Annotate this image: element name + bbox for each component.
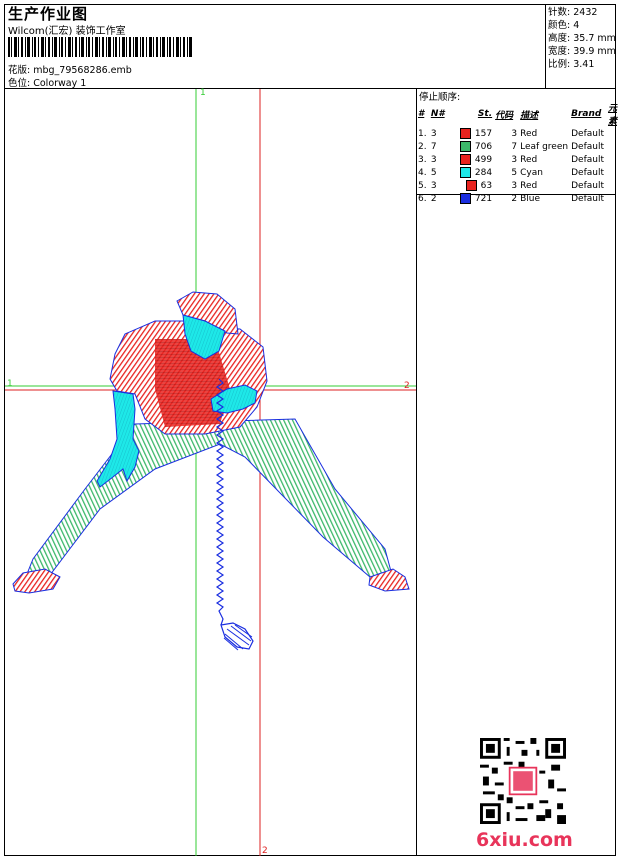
row-brand: Default bbox=[571, 180, 604, 191]
page-title: 生产作业图 bbox=[8, 5, 89, 23]
col-code: 代码 bbox=[495, 110, 514, 121]
row-desc: Red bbox=[520, 154, 538, 165]
color-swatch bbox=[459, 128, 471, 139]
row-num: 5. bbox=[418, 180, 427, 191]
row-code: 7 bbox=[511, 141, 518, 152]
col-needle: N# bbox=[430, 109, 445, 119]
left-shoe bbox=[12, 568, 61, 594]
table-row: 4. 5 284 5 Cyan Default bbox=[418, 166, 620, 179]
row-needle: 3 bbox=[430, 128, 437, 139]
axis-label-h-red: 2 bbox=[404, 381, 410, 391]
row-code: 2 bbox=[511, 193, 518, 204]
design-file-row: 花版: mbg_79568286.emb bbox=[8, 62, 132, 76]
row-desc: Blue bbox=[520, 193, 541, 204]
design-canvas bbox=[5, 89, 416, 856]
stat-height: 高度: 35.7 mm bbox=[548, 33, 616, 44]
pants-shape bbox=[24, 418, 394, 580]
col-element: 元素 bbox=[607, 104, 617, 127]
row-stitches: 721 bbox=[459, 192, 495, 205]
row-desc: Red bbox=[520, 180, 538, 191]
row-code: 3 bbox=[511, 180, 518, 191]
row-element bbox=[608, 179, 620, 192]
stop-sequence-table: # N# St. 代码 描述 Brand 元素 1. 3 157 3 Red Defaul… bbox=[418, 101, 620, 205]
axis-label-h-green: 1 bbox=[7, 379, 13, 389]
row-stitches: 63 bbox=[460, 179, 495, 192]
table-row: 1. 3 157 3 Red Default bbox=[418, 127, 620, 140]
col-stitches: St. bbox=[477, 109, 493, 119]
colorway-label: 色位: bbox=[8, 78, 31, 89]
color-swatch bbox=[459, 141, 471, 152]
qr-code bbox=[480, 738, 566, 824]
golf-club-head-hatch bbox=[223, 624, 253, 651]
col-brand: Brand bbox=[571, 109, 602, 119]
row-code: 3 bbox=[511, 128, 518, 139]
color-swatch bbox=[459, 167, 471, 178]
row-element bbox=[608, 153, 620, 166]
row-needle: 5 bbox=[430, 167, 437, 178]
colorway-row: 色位: Colorway 1 bbox=[8, 75, 86, 89]
stat-width: 宽度: 39.9 mm bbox=[548, 46, 616, 57]
row-num: 1. bbox=[418, 128, 427, 139]
row-stitches: 157 bbox=[459, 127, 495, 140]
table-header-row: # N# St. 代码 描述 Brand 元素 bbox=[418, 101, 620, 127]
design-stats: 针数: 2432 颜色: 4 高度: 35.7 mm 宽度: 39.9 mm 比… bbox=[548, 6, 616, 71]
row-brand: Default bbox=[571, 193, 604, 204]
row-brand: Default bbox=[571, 154, 604, 165]
table-row: 3. 3 499 3 Red Default bbox=[418, 153, 620, 166]
side-panel-divider bbox=[416, 88, 417, 856]
row-element bbox=[608, 140, 620, 153]
row-stitches: 284 bbox=[459, 166, 495, 179]
row-brand: Default bbox=[571, 167, 604, 178]
stat-colors: 颜色: 4 bbox=[548, 20, 580, 31]
row-needle: 7 bbox=[430, 141, 437, 152]
table-row: 6. 2 721 2 Blue Default bbox=[418, 192, 620, 205]
stat-stitches: 针数: 2432 bbox=[548, 7, 598, 18]
stats-divider bbox=[545, 4, 546, 88]
row-desc: Cyan bbox=[520, 167, 543, 178]
row-brand: Default bbox=[571, 141, 604, 152]
row-element bbox=[608, 166, 620, 179]
color-swatch bbox=[459, 193, 471, 204]
row-code: 5 bbox=[511, 167, 518, 178]
col-desc: 描述 bbox=[520, 110, 539, 121]
row-num: 2. bbox=[418, 141, 427, 152]
row-needle: 3 bbox=[430, 154, 437, 165]
row-num: 3. bbox=[418, 154, 427, 165]
colorway-name: Colorway 1 bbox=[33, 78, 87, 89]
row-num: 6. bbox=[418, 193, 427, 204]
axis-label-v-green: 1 bbox=[200, 88, 206, 98]
color-swatch bbox=[459, 154, 471, 165]
col-num: # bbox=[418, 109, 425, 119]
row-element bbox=[608, 192, 620, 205]
row-stitches: 499 bbox=[459, 153, 495, 166]
axis-label-v-red: 2 bbox=[262, 846, 268, 856]
row-element bbox=[608, 127, 620, 140]
table-row: 2. 7 706 7 Leaf green Default bbox=[418, 140, 620, 153]
row-desc: Leaf green bbox=[520, 141, 569, 152]
row-num: 4. bbox=[418, 167, 427, 178]
table-row: 5. 3 63 3 Red Default bbox=[418, 179, 620, 192]
color-swatch bbox=[465, 180, 477, 191]
company-name: Wilcom(汇宏) 装饰工作室 bbox=[8, 26, 126, 37]
row-code: 3 bbox=[511, 154, 518, 165]
row-stitches: 706 bbox=[459, 140, 495, 153]
stat-scale: 比例: 3.41 bbox=[548, 59, 595, 70]
site-logo: 6xiu.com bbox=[476, 829, 573, 851]
row-brand: Default bbox=[571, 128, 604, 139]
row-needle: 2 bbox=[430, 193, 437, 204]
row-desc: Red bbox=[520, 128, 538, 139]
row-needle: 3 bbox=[430, 180, 437, 191]
barcode bbox=[8, 37, 192, 57]
